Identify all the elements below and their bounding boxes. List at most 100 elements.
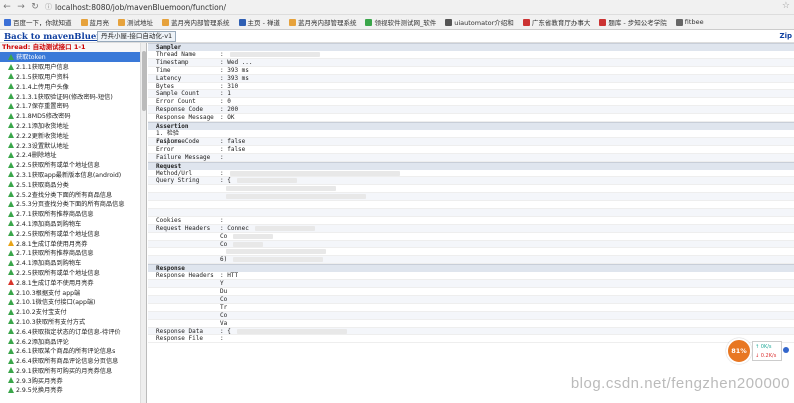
detail-row: Cookies: [148,217,794,225]
url-field[interactable]: ⓘ localhost:8080/job/mavenBluemoon/funct… [45,2,226,13]
warning-icon [8,240,14,247]
bookmark-label: uiautomator介绍和 [454,19,514,27]
tree-item-label: 2.2.5获取所有或单个地址信息 [16,162,100,170]
success-icon [8,112,14,119]
tree-item[interactable]: 2.3.1获取app最新版本信息(android) [0,170,146,180]
detail-row [148,209,794,217]
tree-item[interactable]: 2.4.1添加商品到购物车 [0,219,146,229]
detail-row: Timestamp: Wed ... [148,58,794,67]
bookmark-item[interactable]: 测试地址 [118,17,153,27]
tree-item-label: 2.4.1添加商品到购物车 [16,260,82,268]
bookmark-item[interactable]: 广东省教育厅办事大 [522,17,590,27]
tree-item[interactable]: 2.6.4获取指定状态的订单信息-待评价 [0,326,146,336]
tree-item[interactable]: 2.1.8MD5修改密码 [0,111,146,121]
memory-gauge[interactable]: 81% [726,338,752,364]
tree-item[interactable]: 2.10.3根据支付 app端 [0,287,146,297]
tree-item[interactable]: 2.9.5兑换月亮券 [0,385,146,395]
notification-dot-icon[interactable] [783,347,789,353]
tree-item[interactable]: 2.8.1生成订单使用月亮券 [0,238,146,248]
detail-row: Failure Message: [148,153,794,162]
tree-item[interactable]: 获取token [0,52,146,62]
detail-value-text: : HTT [220,272,239,280]
detail-value: : 200 [214,106,794,113]
reload-icon[interactable]: ↻ [28,2,42,12]
bookmark-item[interactable]: 百度一下，你就知道 [4,17,72,27]
tree-item[interactable]: 2.9.1获取所有可购买的月亮券信息 [0,366,146,376]
tree-item[interactable]: 2.2.1添加收货地址 [0,121,146,131]
detail-value-text: : [220,51,224,58]
tree-item[interactable]: 2.2.3设置默认地址 [0,140,146,150]
bookmark-item[interactable]: 领视软件测试网_软件 [365,17,436,27]
bookmark-item[interactable]: 题库 - 步知公考学院 [599,17,667,27]
tree-item[interactable]: 2.4.1添加商品到购物车 [0,258,146,268]
tree-item[interactable]: 2.6.2添加商品评论 [0,336,146,346]
tree-item[interactable]: 2.1.7保存重置密码 [0,101,146,111]
bookmark-favicon-icon [365,18,373,26]
detail-value-text: : 0 [220,98,231,106]
sidebar-scrollbar[interactable] [140,43,146,403]
tree-item-label: 2.5.1获取商品分类 [16,181,69,189]
detail-key [148,193,214,200]
tab-report[interactable]: 丹兵小屋-接口自动化-v1 [97,31,177,42]
tree-item-label: 2.6.4获取指定状态的订单信息-待评价 [16,328,121,336]
bookmark-favicon-icon [445,18,453,26]
tree-item[interactable]: 2.5.3分页查找分类下面的所有商品信息 [0,199,146,209]
detail-value: : HTT [214,272,794,279]
tree-item[interactable]: 2.5.2查找分类下面的所有商品信息 [0,189,146,199]
bookmark-star-icon[interactable]: ☆ [782,1,790,11]
tree-item[interactable]: 2.5.1获取商品分类 [0,179,146,189]
detail-value: Y [214,280,794,287]
tree-item[interactable]: 2.7.1获取所有推荐商品信息 [0,248,146,258]
tree-item[interactable]: 2.6.4获取所有商品评论信息分页信息 [0,356,146,366]
tree-item-label: 2.5.3分页查找分类下面的所有商品信息 [16,201,125,209]
tree-item[interactable]: 2.8.1生成订单不使用月亮券 [0,277,146,287]
detail-key [148,233,214,240]
tree-item-label: 2.9.3购买月亮券 [16,377,63,385]
tree-item[interactable]: 2.2.2更新收货地址 [0,130,146,140]
tree-item[interactable]: 2.10.1微信支付接口(app端) [0,297,146,307]
tree-item[interactable]: 2.2.4删除地址 [0,150,146,160]
bookmark-item[interactable]: 主页 - 禅道 [238,17,280,27]
zip-link[interactable]: Zip [780,32,793,40]
tree-item[interactable]: 2.1.3.1获取验证码(修改密码-短信) [0,91,146,101]
bookmark-item[interactable]: 蓝月亮内部管理系统 [162,17,230,27]
detail-row: Du [148,288,794,296]
bookmark-item[interactable]: uiautomator介绍和 [445,17,514,27]
detail-key [148,248,214,255]
detail-key: Time [156,66,171,74]
detail-value-text: Du [220,288,228,296]
tree-item[interactable]: 2.7.1获取所有推荐商品信息 [0,209,146,219]
back-arrow-icon[interactable]: ← [0,2,14,12]
forward-arrow-icon[interactable]: → [14,2,28,12]
tree-item[interactable]: 2.10.3获取所有支付方式 [0,317,146,327]
tree-item[interactable]: 2.2.5获取所有或单个地址信息 [0,228,146,238]
success-icon [8,318,14,325]
detail-value: : Connec [214,225,794,232]
bookmark-label: 领视软件测试网_软件 [374,19,437,27]
tree-item[interactable]: 2.2.5获取所有或单个地址信息 [0,268,146,278]
redacted-block [233,241,264,247]
tree-item[interactable]: 2.1.1获取用户信息 [0,62,146,72]
scrollbar-thumb[interactable] [142,51,146,111]
success-icon [8,357,14,364]
success-icon [8,191,14,198]
tree-item[interactable]: 2.10.2支付宝支付 [0,307,146,317]
success-icon [8,161,14,168]
tree-item[interactable]: 2.1.5获取用户资料 [0,72,146,82]
detail-key: Error Count [156,98,196,106]
bookmark-item[interactable]: 蓝月亮内部管理系统 [288,17,356,27]
tree-item[interactable]: 2.9.3购买月亮券 [0,375,146,385]
tree-item[interactable]: 2.6.1获取某个商品的所有评论信息s [0,346,146,356]
tree-item[interactable]: 2.1.4上传用户头像 [0,81,146,91]
bookmark-item[interactable]: 蓝月亮 [80,17,109,27]
detail-key: Method/Url [156,169,193,177]
bookmark-item[interactable]: fitbee [675,18,704,26]
success-icon [8,102,14,109]
success-icon [8,132,14,139]
tree-item[interactable]: 2.2.5获取所有或单个地址信息 [0,160,146,170]
success-icon [8,210,14,217]
detail-value: : 393 ms [214,67,794,74]
detail-row: Request Headers: Connec [148,224,794,233]
tree-item-label: 2.4.1添加商品到购物车 [16,220,82,228]
detail-key [148,241,214,248]
